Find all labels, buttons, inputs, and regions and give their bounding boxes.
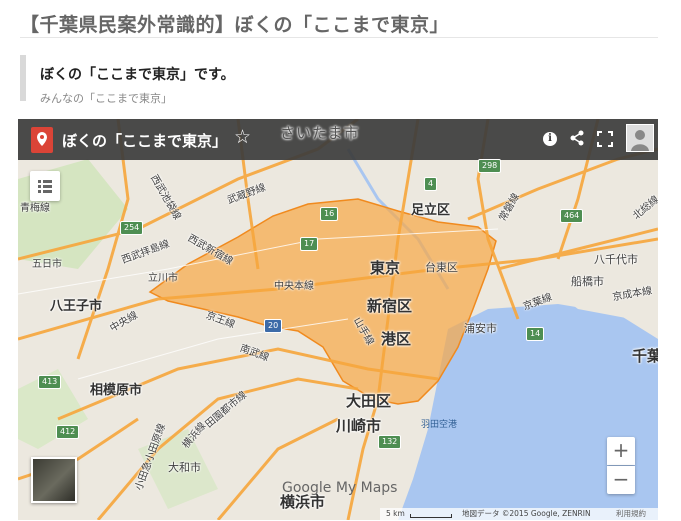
label-sagamihara: 相模原市: [90, 383, 143, 398]
route-shield: 412: [56, 425, 80, 439]
legend-toggle-button[interactable]: [30, 171, 60, 201]
info-icon[interactable]: i: [543, 132, 557, 146]
route-shield: 16: [320, 207, 339, 221]
map-title[interactable]: ぼくの「ここまで東京」: [62, 130, 227, 151]
label-minato: 港区: [381, 330, 412, 348]
label-itsukaichi: 五日市: [32, 259, 62, 270]
embedded-map[interactable]: ぼくの「ここまで東京」 ☆ i さいたま市 足立区 東京 台東区 新宿区 港区 …: [18, 119, 658, 520]
zoom-in-button[interactable]: +: [607, 437, 635, 465]
label-yachiyo: 八千代市: [594, 253, 638, 266]
label-shinjuku: 新宿区: [367, 297, 413, 315]
label-yamato: 大和市: [168, 461, 201, 474]
satellite-toggle-thumbnail[interactable]: [31, 457, 77, 503]
label-hachioji: 八王子市: [50, 299, 103, 314]
label-haneda: 羽田空港: [421, 420, 458, 430]
terms-link[interactable]: 利用規約: [616, 508, 646, 520]
label-funabashi: 船橋市: [571, 275, 604, 288]
label-ota: 大田区: [346, 392, 392, 410]
share-icon[interactable]: [569, 130, 585, 146]
google-my-maps-watermark: Google My Maps: [282, 480, 398, 496]
label-tachikawa: 立川市: [148, 273, 178, 284]
map-copyright: 地図データ ©2015 Google, ZENRIN: [462, 509, 591, 518]
map-pin-icon: [31, 127, 53, 153]
avatar[interactable]: [626, 124, 654, 152]
scale-bar: [410, 514, 452, 518]
route-shield: 14: [526, 327, 545, 341]
map-attribution-bar: 5 km 地図データ ©2015 Google, ZENRIN 利用規約: [380, 508, 658, 520]
route-shield: 464: [560, 209, 584, 223]
label-chuo-main: 中央本線: [274, 281, 314, 292]
quote-sub-link[interactable]: みんなの「ここまで東京」: [40, 90, 620, 106]
label-adachi: 足立区: [411, 203, 451, 218]
list-icon: [38, 180, 52, 193]
label-kawasaki: 川崎市: [336, 417, 382, 435]
label-tokyo: 東京: [370, 259, 401, 277]
zoom-out-button[interactable]: −: [607, 466, 635, 494]
route-shield: 132: [378, 435, 402, 449]
route-shield: 17: [300, 237, 319, 251]
route-shield: 298: [478, 159, 502, 173]
title-divider: [20, 37, 658, 38]
label-taito: 台東区: [425, 261, 458, 274]
label-urayasu: 浦安市: [464, 322, 497, 335]
blockquote: ぼくの「ここまで東京」です。 みんなの「ここまで東京」: [20, 55, 620, 105]
label-saitama: さいたま市: [280, 124, 360, 142]
label-ome: 青梅線: [20, 203, 50, 214]
quote-main-text: ぼくの「ここまで東京」です。: [40, 67, 235, 83]
label-chiba: 千葉: [632, 347, 658, 365]
star-icon[interactable]: ☆: [234, 126, 251, 148]
scale-label: 5 km: [386, 509, 405, 518]
route-shield: 4: [424, 177, 438, 191]
route-shield: 20: [264, 319, 283, 333]
route-shield: 413: [38, 375, 62, 389]
fullscreen-icon[interactable]: [597, 131, 613, 147]
route-shield: 254: [120, 221, 144, 235]
page-title: 【千葉県民案外常識的】ぼくの「ここまで東京」: [20, 14, 450, 36]
